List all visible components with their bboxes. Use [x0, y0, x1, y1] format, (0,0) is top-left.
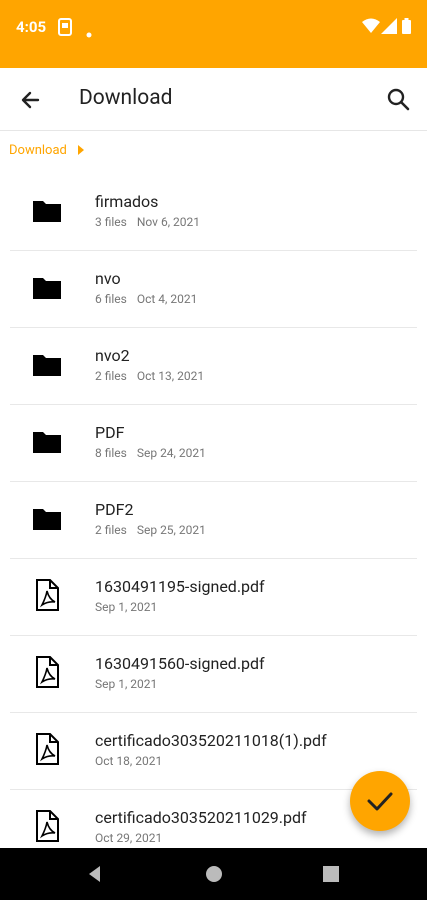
item-name: nvo2: [95, 346, 130, 365]
item-name: certificado303520211018(1).pdf: [95, 731, 327, 750]
breadcrumb-item-download[interactable]: Download: [9, 143, 67, 158]
signal-icon: [381, 18, 397, 38]
pdf-file-icon: [32, 733, 62, 765]
item-meta: Oct 29, 2021: [95, 831, 172, 845]
folder-icon: [32, 198, 62, 224]
battery-icon: [402, 18, 411, 38]
item-name: 1630491560-signed.pdf: [95, 654, 265, 673]
item-name: PDF: [95, 423, 125, 442]
folder-icon: [32, 429, 62, 455]
item-meta: Oct 18, 2021: [95, 754, 172, 768]
item-name: 1630491195-signed.pdf: [95, 577, 265, 596]
nav-recents-icon[interactable]: [322, 865, 340, 887]
item-name: nvo: [95, 269, 121, 288]
item-date: Sep 1, 2021: [95, 600, 158, 614]
search-icon[interactable]: [385, 86, 413, 114]
list-item[interactable]: 1630491560-signed.pdf Sep 1, 2021: [10, 636, 417, 713]
item-meta: Sep 1, 2021: [95, 677, 167, 691]
page-title: Download: [79, 86, 173, 110]
item-date: Oct 13, 2021: [136, 369, 205, 383]
item-meta: 2 files Oct 13, 2021: [95, 369, 214, 383]
list-item[interactable]: firmados 3 files Nov 6, 2021: [10, 174, 417, 251]
pdf-file-icon: [32, 810, 62, 842]
checkmark-icon: [350, 792, 410, 835]
item-name: PDF2: [95, 500, 134, 519]
folder-icon: [32, 275, 62, 301]
item-name: firmados: [95, 192, 159, 211]
sim-icon: [58, 18, 72, 40]
file-count: 2 files: [95, 523, 127, 537]
file-count: 6 files: [95, 292, 127, 306]
back-arrow-icon[interactable]: [18, 86, 46, 114]
item-meta: 8 files Sep 24, 2021: [95, 446, 216, 460]
file-count: 2 files: [95, 369, 127, 383]
item-date: Oct 4, 2021: [136, 292, 198, 306]
notification-dot-icon: [86, 23, 92, 42]
item-meta: 3 files Nov 6, 2021: [95, 215, 210, 229]
status-time: 4:05: [16, 18, 47, 36]
list-item[interactable]: nvo 6 files Oct 4, 2021: [10, 251, 417, 328]
item-date: Oct 29, 2021: [95, 831, 163, 845]
nav-back-icon[interactable]: [86, 865, 104, 887]
list-item[interactable]: PDF2 2 files Sep 25, 2021: [10, 482, 417, 559]
item-date: Oct 18, 2021: [95, 754, 163, 768]
list-item[interactable]: nvo2 2 files Oct 13, 2021: [10, 328, 417, 405]
folder-icon: [32, 352, 62, 378]
item-date: Sep 24, 2021: [136, 446, 206, 460]
system-nav-bar: [0, 848, 427, 900]
folder-icon: [32, 506, 62, 532]
item-meta: 2 files Sep 25, 2021: [95, 523, 216, 537]
list-item[interactable]: PDF 8 files Sep 24, 2021: [10, 405, 417, 482]
item-meta: 6 files Oct 4, 2021: [95, 292, 207, 306]
confirm-fab-button[interactable]: [350, 771, 410, 831]
item-date: Nov 6, 2021: [136, 215, 201, 229]
status-bar: 4:05: [0, 0, 427, 68]
file-count: 3 files: [95, 215, 127, 229]
list-item[interactable]: 1630491195-signed.pdf Sep 1, 2021: [10, 559, 417, 636]
app-bar: Download: [0, 68, 427, 131]
item-date: Sep 25, 2021: [136, 523, 206, 537]
wifi-icon: [362, 18, 380, 38]
item-meta: Sep 1, 2021: [95, 600, 167, 614]
pdf-file-icon: [32, 656, 62, 688]
pdf-file-icon: [32, 579, 62, 611]
breadcrumb: Download: [0, 131, 427, 175]
nav-home-icon[interactable]: [205, 865, 223, 887]
chevron-right-icon: [78, 145, 84, 155]
item-date: Sep 1, 2021: [95, 677, 158, 691]
file-count: 8 files: [95, 446, 127, 460]
file-list: firmados 3 files Nov 6, 2021 nvo 6 files O…: [0, 174, 427, 866]
item-name: certificado303520211029.pdf: [95, 808, 307, 827]
